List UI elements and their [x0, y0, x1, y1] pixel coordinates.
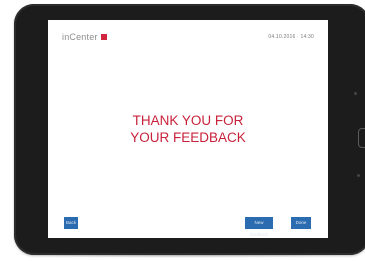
message-line-2: YOUR FEEDBACK [130, 130, 246, 145]
app-logo: inCenter [62, 31, 107, 43]
home-button-icon[interactable] [358, 128, 365, 148]
done-button[interactable]: Done [291, 217, 311, 229]
datetime-label: 04.10.2016 · 14:30 [268, 34, 314, 40]
thank-you-message: THANK YOU FOR YOUR FEEDBACK [48, 112, 328, 146]
message-line-1: THANK YOU FOR [132, 113, 244, 128]
back-button[interactable]: Back [64, 217, 78, 229]
app-screen: inCenter 04.10.2016 · 14:30 THANK YOU FO… [48, 20, 328, 238]
logo-text: inCenter [62, 32, 98, 42]
logo-mark-icon [100, 34, 107, 40]
new-feedback-button[interactable]: New feedback [245, 217, 273, 237]
sensor-icon [357, 174, 360, 177]
camera-icon [354, 92, 357, 95]
